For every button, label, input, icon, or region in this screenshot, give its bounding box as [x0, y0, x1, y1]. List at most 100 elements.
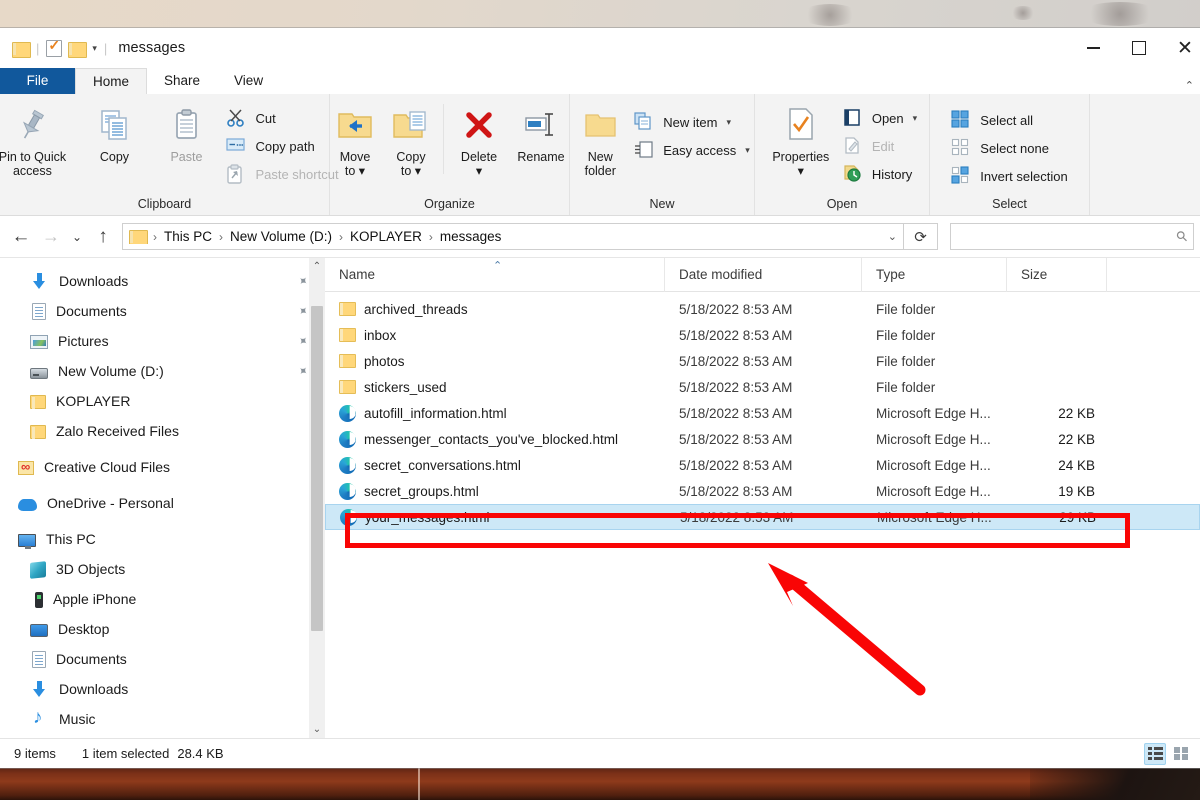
edge-icon: [340, 508, 357, 526]
sidebar-item-koplayer[interactable]: KOPLAYER: [0, 386, 325, 416]
breadcrumb-bar[interactable]: › This PC › New Volume (D:) › KOPLAYER ›…: [122, 223, 904, 250]
copy-path-button[interactable]: Copy path: [222, 134, 342, 159]
sidebar-item-music[interactable]: Music: [0, 704, 325, 734]
scroll-down-icon[interactable]: ⌄: [309, 721, 325, 738]
close-button[interactable]: ✕: [1162, 28, 1200, 68]
breadcrumb-item-koplayer[interactable]: KOPLAYER: [346, 229, 426, 244]
up-arrow-icon[interactable]: ↑: [88, 222, 118, 252]
file-date: 5/18/2022 8:53 AM: [679, 405, 793, 421]
sidebar-item-3d-objects[interactable]: 3D Objects: [0, 554, 325, 584]
new-folder-button[interactable]: New folder: [570, 100, 630, 178]
breadcrumb-separator: ›: [428, 229, 433, 244]
clipboard-small-buttons: Cut Copy path Paste shortcut: [222, 100, 342, 187]
music-icon: [30, 707, 49, 729]
search-input[interactable]: ⚲: [950, 223, 1194, 250]
table-row[interactable]: secret_conversations.html 5/18/2022 8:53…: [325, 452, 1200, 478]
onedrive-icon: [18, 499, 37, 511]
sidebar-item-pictures[interactable]: Pictures ✦: [0, 326, 325, 356]
table-row[interactable]: secret_groups.html 5/18/2022 8:53 AM Mic…: [325, 478, 1200, 504]
tab-home[interactable]: Home: [75, 68, 148, 94]
column-header-type[interactable]: Type: [862, 257, 1007, 292]
sidebar-item-documents[interactable]: Documents ✦: [0, 296, 325, 326]
rename-button[interactable]: Rename: [510, 100, 572, 164]
select-all-button[interactable]: Select all: [947, 108, 1071, 133]
new-item-button[interactable]: New item ▾: [630, 110, 754, 135]
sidebar-item-documents-pc[interactable]: Documents: [0, 644, 325, 674]
open-button[interactable]: Open ▾: [839, 106, 921, 131]
table-row[interactable]: photos 5/18/2022 8:53 AM File folder: [325, 348, 1200, 374]
copy-to-button[interactable]: Copy to ▾: [383, 100, 439, 178]
invert-selection-button[interactable]: Invert selection: [947, 164, 1071, 189]
sidebar-item-onedrive-personal[interactable]: OneDrive - Personal: [0, 488, 325, 518]
back-arrow-icon[interactable]: ←: [6, 222, 36, 252]
desktop-icon: [30, 624, 48, 637]
sidebar-item-label: Zalo Received Files: [56, 423, 179, 439]
folder-icon[interactable]: [12, 41, 31, 58]
sidebar-item-apple-iphone[interactable]: Apple iPhone: [0, 584, 325, 614]
delete-button[interactable]: Delete ▾: [448, 100, 510, 178]
drive-icon: [30, 367, 48, 379]
new-folder-icon[interactable]: [68, 41, 88, 58]
history-button[interactable]: History: [839, 162, 921, 187]
edit-button[interactable]: Edit: [839, 134, 921, 159]
cut-button[interactable]: Cut: [222, 106, 342, 131]
table-row[interactable]: inbox 5/18/2022 8:53 AM File folder: [325, 322, 1200, 348]
pictures-icon: [30, 335, 48, 349]
group-title-open: Open: [826, 197, 858, 211]
chevron-down-icon[interactable]: ▾: [92, 43, 97, 54]
edge-icon: [339, 430, 356, 448]
select-none-button[interactable]: Select none: [947, 136, 1071, 161]
copy-button[interactable]: Copy: [78, 100, 150, 164]
file-date: 5/18/2022 8:53 AM: [679, 431, 793, 447]
sidebar-item-this-pc[interactable]: This PC: [0, 524, 325, 554]
scroll-up-icon[interactable]: ⌃: [309, 258, 325, 275]
table-row[interactable]: archived_threads 5/18/2022 8:53 AM File …: [325, 296, 1200, 322]
minimize-button[interactable]: [1070, 28, 1116, 68]
navigation-pane-scrollbar[interactable]: ⌃ ⌄: [309, 258, 325, 738]
tab-file[interactable]: File: [0, 68, 75, 94]
ribbon-group-organize: Move to ▾ Copy to ▾ Delete ▾ Rename Orga…: [330, 94, 570, 215]
breadcrumb-item-this-pc[interactable]: This PC: [160, 229, 216, 244]
properties-button[interactable]: Properties ▾: [763, 100, 839, 178]
address-dropdown-icon[interactable]: ⌄: [882, 230, 897, 243]
tab-view[interactable]: View: [217, 68, 280, 94]
table-row-selected[interactable]: your_messages.html 5/18/2022 8:53 AM Mic…: [325, 504, 1200, 530]
table-row[interactable]: messenger_contacts_you've_blocked.html 5…: [325, 426, 1200, 452]
paste-shortcut-button[interactable]: Paste shortcut: [222, 162, 342, 187]
group-title-select: Select: [992, 197, 1027, 211]
refresh-icon[interactable]: ⟳: [904, 223, 938, 250]
window-controls: ✕: [1070, 28, 1200, 68]
sidebar-item-downloads[interactable]: Downloads ✦: [0, 266, 325, 296]
new-folder-label: New folder: [584, 150, 616, 178]
breadcrumb: › This PC › New Volume (D:) › KOPLAYER ›…: [129, 229, 505, 244]
recent-locations-chevron-icon[interactable]: ⌄: [66, 222, 88, 252]
sidebar-item-new-volume[interactable]: New Volume (D:) ✦: [0, 356, 325, 386]
sidebar-item-creative-cloud-files[interactable]: Creative Cloud Files: [0, 452, 325, 482]
column-header-date-modified[interactable]: Date modified: [665, 257, 862, 292]
breadcrumb-item-new-volume[interactable]: New Volume (D:): [226, 229, 336, 244]
maximize-button[interactable]: [1116, 28, 1162, 68]
table-row[interactable]: stickers_used 5/18/2022 8:53 AM File fol…: [325, 374, 1200, 400]
collapse-ribbon-icon[interactable]: ⌃: [1185, 79, 1194, 92]
paste-button[interactable]: Paste: [150, 100, 222, 164]
history-label: History: [871, 167, 913, 182]
easy-access-button[interactable]: Easy access ▾: [630, 138, 754, 163]
pin-to-quick-access-button[interactable]: Pin to Quick access: [0, 100, 78, 178]
file-type: Microsoft Edge H...: [876, 431, 991, 447]
tab-share[interactable]: Share: [147, 68, 217, 94]
table-row[interactable]: autofill_information.html 5/18/2022 8:53…: [325, 400, 1200, 426]
forward-arrow-icon[interactable]: →: [36, 222, 66, 252]
breadcrumb-separator: ›: [339, 229, 344, 244]
documents-icon: [32, 650, 46, 668]
large-icons-view-icon[interactable]: [1170, 743, 1192, 765]
sidebar-item-zalo-received-files[interactable]: Zalo Received Files: [0, 416, 325, 446]
scrollbar-thumb[interactable]: [311, 306, 323, 631]
details-view-icon[interactable]: [1144, 742, 1166, 765]
sidebar-item-desktop[interactable]: Desktop: [0, 614, 325, 644]
sidebar-item-downloads-pc[interactable]: Downloads: [0, 674, 325, 704]
properties-checkmark-icon[interactable]: [46, 37, 63, 57]
breadcrumb-item-messages[interactable]: messages: [436, 229, 506, 244]
ribbon-tab-strip: File Home Share View ⌃: [0, 68, 1200, 94]
move-to-button[interactable]: Move to ▾: [327, 100, 383, 178]
column-header-size[interactable]: Size: [1007, 257, 1107, 292]
